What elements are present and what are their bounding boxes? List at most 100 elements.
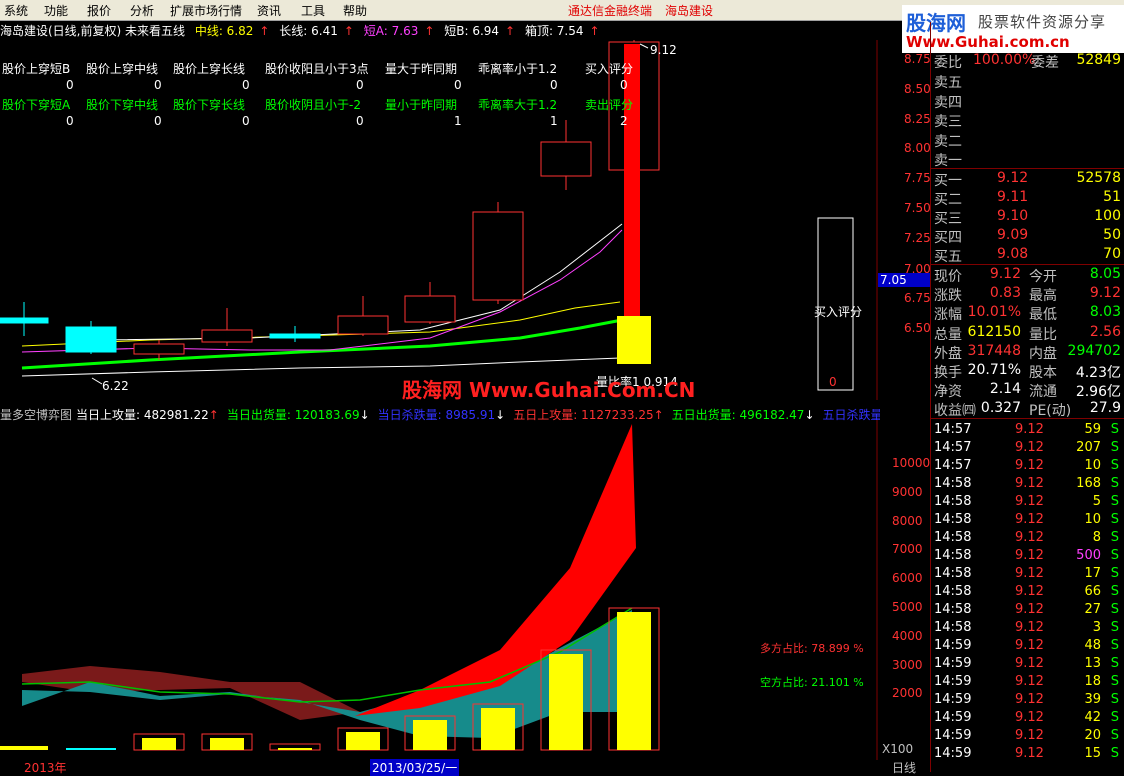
- tick-volume: 17: [1084, 566, 1101, 581]
- stat-label: 外盘: [934, 345, 962, 362]
- tick-time: 14:59: [934, 656, 972, 671]
- volume-bar: [481, 708, 515, 750]
- menu-system[interactable]: 系统: [4, 2, 28, 19]
- tick-row[interactable]: 14:57 9.12 10 S: [931, 458, 1124, 476]
- tick-price: 9.12: [1015, 728, 1044, 743]
- menu-function[interactable]: 功能: [44, 2, 68, 19]
- indicator-title-line: 海岛建设(日线,前复权) 未来看五线 中线: 6.82 ↑ 长线: 6.41 ↑ 短…: [0, 22, 880, 40]
- stat-value: 2.96亿: [1075, 384, 1121, 401]
- buy-level-row[interactable]: 买四 9.09 50: [931, 227, 1124, 246]
- menu-quote[interactable]: 报价: [87, 2, 111, 19]
- sell-level-row[interactable]: 卖四: [931, 92, 1124, 111]
- buy-level-label: 买二: [934, 192, 962, 208]
- stat-value: 317448: [967, 342, 1021, 359]
- candle-body: [269, 333, 321, 339]
- score-label: 买入评分: [814, 305, 862, 319]
- tick-price: 9.12: [1015, 422, 1044, 437]
- tick-row[interactable]: 14:58 9.12 5 S: [931, 494, 1124, 512]
- stat-label: 流通: [1029, 384, 1057, 401]
- tick-row[interactable]: 14:57 9.12 59 S: [931, 422, 1124, 440]
- tick-row[interactable]: 14:58 9.12 27 S: [931, 602, 1124, 620]
- tick-side: S: [1110, 494, 1119, 509]
- tick-row[interactable]: 14:58 9.12 66 S: [931, 584, 1124, 602]
- buy-level-price: 9.09: [997, 227, 1029, 243]
- shortA-value: 短A: 7.63: [363, 24, 419, 38]
- quote-stat-row: 收益㈣ 0.327 PE(动) 27.9: [931, 400, 1124, 419]
- tick-volume: 207: [1076, 440, 1101, 455]
- price-tick-label: 8.75: [904, 52, 931, 66]
- tick-time: 14:59: [934, 638, 972, 653]
- price-axis: 8.75 8.50 8.25 8.00 7.75 7.50 7.25 7.00 6.75 6.50: [880, 40, 931, 400]
- buy-signal-header: 股价上穿中线: [86, 62, 159, 76]
- tick-time: 14:58: [934, 494, 972, 509]
- stock-period-title: 海岛建设(日线,前复权) 未来看五线: [0, 24, 185, 38]
- stat-value: 2.56: [1089, 323, 1121, 340]
- candle-body: [0, 317, 49, 324]
- volume-bar: [0, 746, 48, 750]
- stat-label: 涨跌: [934, 288, 962, 305]
- sell-level-row[interactable]: 卖五: [931, 72, 1124, 91]
- commission-ratio-label: 委比: [934, 55, 962, 71]
- buy-level-volume: 51: [1103, 189, 1121, 205]
- quote-stat-row: 涨幅 10.01% 最低 8.03: [931, 304, 1124, 324]
- tick-row[interactable]: 14:58 9.12 500 S: [931, 548, 1124, 566]
- tick-row[interactable]: 14:59 9.12 42 S: [931, 710, 1124, 728]
- candle-body: [472, 211, 524, 301]
- menu-help[interactable]: 帮助: [343, 2, 367, 19]
- stat-value: 2.14: [989, 381, 1021, 398]
- buy-level-row[interactable]: 买三 9.10 100: [931, 208, 1124, 227]
- tick-row[interactable]: 14:58 9.12 168 S: [931, 476, 1124, 494]
- tick-row[interactable]: 14:59 9.12 13 S: [931, 656, 1124, 674]
- sell-level-row[interactable]: 卖一: [931, 150, 1124, 169]
- stat-value: 294702: [1067, 342, 1121, 359]
- quote-panel: 委比 100.00% 委差 52849 卖五 卖四 卖三 卖二 卖一 买一 9.12 525…: [930, 22, 1124, 772]
- tick-price: 9.12: [1015, 656, 1044, 671]
- quote-stat-row: 换手 20.71% 股本 4.23亿: [931, 362, 1124, 381]
- menu-tools[interactable]: 工具: [301, 2, 325, 19]
- menu-analysis[interactable]: 分析: [130, 2, 154, 19]
- buy-level-row[interactable]: 买一 9.12 52578: [931, 170, 1124, 189]
- quote-stat-row: 涨跌 0.83 最高 9.12: [931, 285, 1124, 305]
- menu-ext-market[interactable]: 扩展市场行情: [170, 2, 242, 19]
- stat-value: 9.12: [989, 266, 1021, 282]
- sell-signal-value: 0: [242, 114, 250, 128]
- commission-diff-label: 委差: [1031, 55, 1059, 71]
- tick-row[interactable]: 14:59 9.12 39 S: [931, 692, 1124, 710]
- buy-signal-header: 买入评分: [585, 62, 634, 76]
- tick-row[interactable]: 14:59 9.12 48 S: [931, 638, 1124, 656]
- tick-row[interactable]: 14:58 9.12 3 S: [931, 620, 1124, 638]
- buy-signal-value: 0: [356, 78, 364, 92]
- tick-volume: 42: [1084, 710, 1101, 725]
- tick-row[interactable]: 14:59 9.12 18 S: [931, 674, 1124, 692]
- sell-level-row[interactable]: 卖三: [931, 111, 1124, 130]
- tick-row[interactable]: 14:58 9.12 10 S: [931, 512, 1124, 530]
- price-tick-label: 6.50: [904, 321, 931, 336]
- buy-level-label: 买五: [934, 249, 962, 265]
- buy-level-row[interactable]: 买五 9.08 70: [931, 246, 1124, 265]
- low-price-label: 6.22: [102, 379, 129, 393]
- buy-signal-value: 0: [154, 78, 162, 92]
- up-arrow-icon: ↑: [424, 24, 435, 38]
- period-label[interactable]: 日线: [892, 759, 916, 776]
- sell-signal-value: 0: [356, 114, 364, 128]
- stat-label: 最低: [1029, 307, 1057, 324]
- signal-table: 股价上穿短B 0 股价上穿中线 0 股价上穿长线 0 股价收阳且小于3点 0 量大于昨同期 0 乖离…: [0, 60, 640, 130]
- tick-row[interactable]: 14:59 9.12 15 S: [931, 746, 1124, 764]
- sell-level-row[interactable]: 卖二: [931, 131, 1124, 150]
- tick-side: S: [1110, 440, 1119, 455]
- menu-info[interactable]: 资讯: [257, 2, 281, 19]
- tick-row[interactable]: 14:57 9.12 207 S: [931, 440, 1124, 458]
- tick-row[interactable]: 14:59 9.12 20 S: [931, 728, 1124, 746]
- buy-level-row[interactable]: 买二 9.11 51: [931, 189, 1124, 208]
- volume-game-chart[interactable]: 多方占比: 78.899 % 空方占比: 21.101 %: [0, 420, 880, 760]
- tick-price: 9.12: [1015, 620, 1044, 635]
- volume-tick-label: 4000: [892, 628, 923, 643]
- stat-value: 4.23亿: [1075, 365, 1121, 381]
- tick-row[interactable]: 14:58 9.12 17 S: [931, 566, 1124, 584]
- volume-unit-label: X100: [882, 742, 914, 756]
- candle-body: [201, 329, 253, 343]
- tick-volume: 3: [1092, 620, 1101, 635]
- buy-level-label: 买四: [934, 230, 962, 246]
- x-axis-cursor-date[interactable]: 2013/03/25/一: [370, 759, 460, 776]
- tick-row[interactable]: 14:58 9.12 8 S: [931, 530, 1124, 548]
